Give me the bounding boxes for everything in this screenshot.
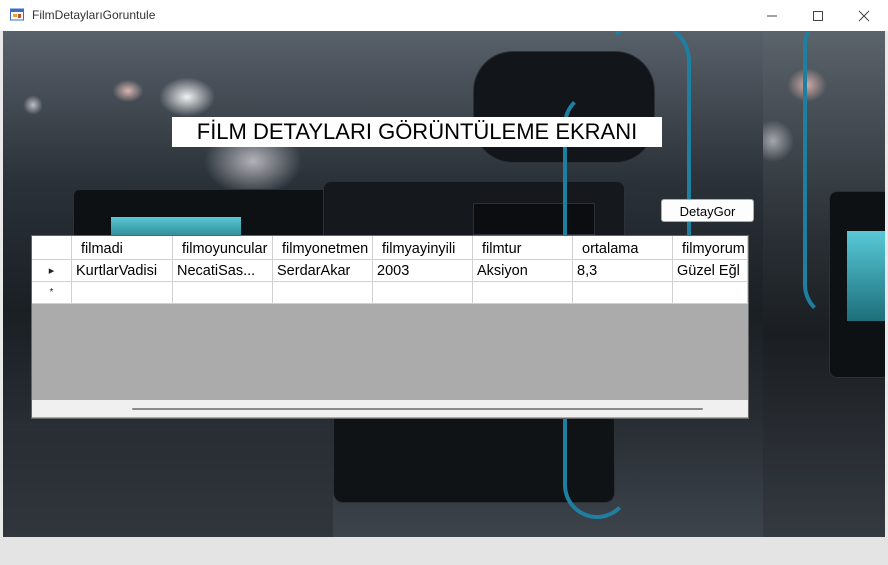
table-cell[interactable] xyxy=(373,282,473,304)
scrollbar-thumb[interactable] xyxy=(132,408,703,410)
table-cell[interactable]: KurtlarVadisi xyxy=(72,260,173,282)
column-header-filmtur[interactable]: filmtur xyxy=(473,236,573,260)
horizontal-scrollbar[interactable] xyxy=(32,400,748,417)
column-header-ortalama[interactable]: ortalama xyxy=(573,236,673,260)
table-cell[interactable] xyxy=(573,282,673,304)
table-cell[interactable] xyxy=(673,282,748,304)
minimize-icon xyxy=(767,15,777,16)
table-cell[interactable] xyxy=(473,282,573,304)
row-pointer-icon[interactable]: ▸ xyxy=(32,260,72,282)
window-title: FilmDetaylarıGoruntule xyxy=(32,8,156,22)
new-row-asterisk-icon[interactable]: * xyxy=(32,282,72,304)
column-header-filmadi[interactable]: filmadi xyxy=(72,236,173,260)
table-cell[interactable] xyxy=(72,282,173,304)
table-cell[interactable] xyxy=(273,282,373,304)
table-cell[interactable]: Aksiyon xyxy=(473,260,573,282)
table-row[interactable]: ▸ KurtlarVadisi NecatiSas... SerdarAkar … xyxy=(32,260,748,282)
detay-gor-button[interactable]: DetayGor xyxy=(661,199,754,222)
table-cell[interactable] xyxy=(173,282,273,304)
grid-header-row: filmadi filmoyuncular filmyonetmen filmy… xyxy=(32,236,748,260)
application-window: FilmDetaylarıGoruntule FİLM DETAYLARI GÖ… xyxy=(0,0,888,565)
row-header-corner[interactable] xyxy=(32,236,72,260)
app-form-icon xyxy=(10,8,25,22)
column-header-filmoyuncular[interactable]: filmoyuncular xyxy=(173,236,273,260)
title-bar: FilmDetaylarıGoruntule xyxy=(0,0,888,31)
column-header-filmyorum[interactable]: filmyorum xyxy=(673,236,748,260)
blurred-floor-shape xyxy=(3,431,333,537)
column-header-filmyayinyili[interactable]: filmyayinyili xyxy=(373,236,473,260)
cable-shape xyxy=(803,31,871,319)
close-button[interactable] xyxy=(841,0,887,31)
background-image-tile xyxy=(763,31,885,537)
page-title: FİLM DETAYLARI GÖRÜNTÜLEME EKRANI xyxy=(172,117,662,147)
table-cell[interactable]: 2003 xyxy=(373,260,473,282)
table-row-new[interactable]: * xyxy=(32,282,748,304)
film-data-grid[interactable]: filmadi filmoyuncular filmyonetmen filmy… xyxy=(31,235,749,419)
window-bottom-strip xyxy=(0,537,888,565)
minimize-button[interactable] xyxy=(749,0,795,31)
close-icon xyxy=(858,10,870,21)
maximize-icon xyxy=(813,10,823,21)
maximize-button[interactable] xyxy=(795,0,841,31)
table-cell[interactable]: SerdarAkar xyxy=(273,260,373,282)
table-cell[interactable]: 8,3 xyxy=(573,260,673,282)
form-client-area: FİLM DETAYLARI GÖRÜNTÜLEME EKRANI DetayG… xyxy=(3,31,885,537)
table-cell[interactable]: NecatiSas... xyxy=(173,260,273,282)
column-header-filmyonetmen[interactable]: filmyonetmen xyxy=(273,236,373,260)
table-cell[interactable]: Güzel Eğl xyxy=(673,260,748,282)
